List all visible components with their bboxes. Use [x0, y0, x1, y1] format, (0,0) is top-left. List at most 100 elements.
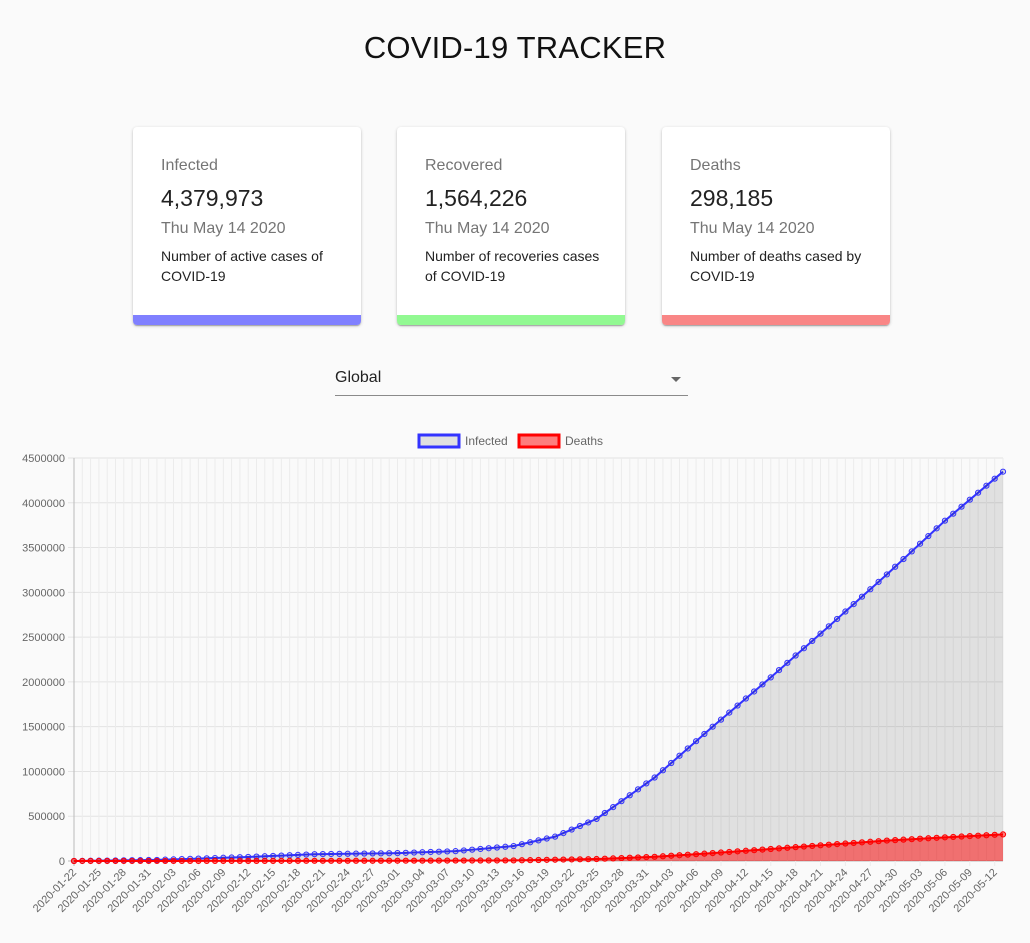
infected-point — [933, 525, 940, 532]
infected-point — [386, 850, 393, 857]
deaths-point — [286, 857, 293, 864]
infected-point — [535, 837, 542, 844]
deaths-point — [220, 857, 227, 865]
infected-point — [883, 571, 890, 578]
deaths-point — [153, 857, 161, 865]
infected-point — [892, 563, 899, 570]
deaths-point — [303, 857, 310, 864]
covid-line-chart: 0 500000 1000000 1500000 2000000 2500000 30000… — [22, 433, 1007, 915]
y-tick-label: 1000000 — [22, 766, 65, 778]
deaths-point — [469, 857, 476, 864]
deaths-point — [950, 833, 957, 841]
deaths-point — [253, 857, 260, 864]
dropdown-arrow-icon[interactable] — [671, 377, 681, 382]
infected-point — [551, 833, 559, 840]
y-tick-label: 4000000 — [22, 498, 65, 510]
deaths-point — [236, 857, 243, 865]
deaths-point — [145, 857, 152, 865]
deaths-point — [842, 840, 849, 847]
infected-point — [502, 843, 509, 850]
infected-point — [742, 695, 749, 702]
infected-point — [867, 586, 874, 593]
y-tick-label: 0 — [59, 856, 65, 868]
infected-point — [809, 637, 816, 645]
infected-point — [834, 615, 841, 623]
deaths-point — [966, 832, 973, 840]
deaths-point — [518, 857, 526, 864]
deaths-point — [261, 857, 268, 864]
deaths-point — [618, 854, 625, 862]
deaths-point — [659, 853, 667, 860]
deaths-point — [328, 857, 335, 864]
infected-point — [560, 829, 567, 837]
deaths-point — [784, 844, 791, 851]
deaths-point — [294, 857, 302, 864]
infected-point — [999, 468, 1007, 475]
deaths-point — [452, 857, 459, 864]
deaths-card-date: Thu May 14 2020 — [690, 220, 815, 237]
infected-point — [659, 767, 667, 774]
infected-point — [269, 852, 277, 860]
infected-point — [427, 848, 434, 856]
infected-point — [394, 850, 401, 857]
recovered-card: Recovered 1,564,226 Thu May 14 2020 Numb… — [397, 127, 625, 325]
infected-point — [477, 845, 484, 853]
deaths-point — [850, 839, 857, 847]
deaths-point — [87, 857, 94, 865]
deaths-point — [245, 857, 252, 865]
infected-point — [444, 848, 451, 855]
infected-point — [568, 826, 575, 833]
infected-point — [626, 792, 633, 799]
y-tick-label: 2500000 — [22, 632, 65, 644]
deaths-point — [742, 847, 749, 854]
infected-card-accent-bar — [133, 315, 361, 325]
infected-card-title: Infected — [161, 157, 218, 174]
recovered-card-accent-bar — [397, 315, 625, 325]
deaths-point — [361, 857, 368, 864]
infected-card-date: Thu May 14 2020 — [161, 220, 286, 237]
deaths-point — [610, 855, 617, 862]
deaths-point — [543, 856, 550, 863]
deaths-point — [875, 838, 882, 845]
deaths-point — [170, 857, 177, 865]
infected-point — [991, 475, 998, 482]
deaths-point — [734, 848, 741, 855]
country-select[interactable]: Global — [335, 362, 688, 396]
infected-point — [983, 482, 990, 489]
infected-legend-swatch — [417, 433, 461, 449]
infected-point — [510, 842, 517, 850]
infected-point — [377, 850, 385, 857]
infected-point — [784, 659, 791, 666]
infected-point — [610, 803, 617, 811]
y-tick-label: 2000000 — [22, 677, 65, 689]
deaths-point — [668, 852, 675, 859]
infected-point — [527, 839, 534, 846]
infected-point — [352, 850, 360, 857]
deaths-point — [460, 857, 467, 864]
infected-point — [344, 850, 351, 857]
deaths-point — [999, 831, 1007, 838]
deaths-point — [726, 848, 733, 856]
deaths-point — [834, 841, 841, 848]
deaths-point — [228, 857, 235, 865]
deaths-point — [858, 839, 866, 846]
infected-point — [842, 608, 849, 615]
deaths-point — [137, 857, 144, 865]
deaths-point — [551, 856, 559, 863]
infected-point — [493, 844, 501, 851]
deaths-point — [916, 835, 924, 842]
deaths-point — [369, 857, 376, 864]
deaths-point — [70, 857, 78, 865]
deaths-point — [568, 856, 575, 863]
infected-point — [925, 532, 932, 540]
deaths-point — [676, 852, 683, 859]
deaths-point — [386, 857, 393, 864]
deaths-point — [444, 857, 451, 864]
deaths-legend-label: Deaths — [565, 434, 603, 448]
infected-point — [759, 681, 766, 688]
infected-point — [916, 540, 924, 547]
deaths-point — [825, 841, 832, 848]
deaths-point — [991, 831, 998, 838]
infected-point — [941, 517, 949, 524]
deaths-point — [195, 857, 202, 865]
